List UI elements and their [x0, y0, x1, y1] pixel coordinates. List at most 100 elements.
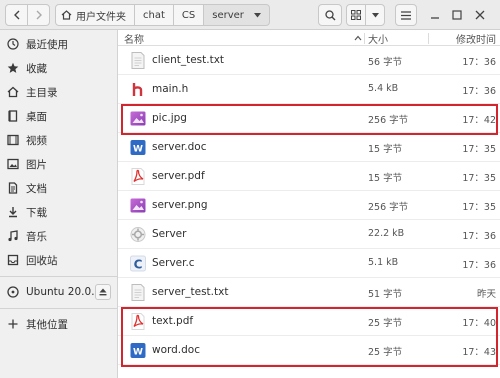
file-modified: 17：40	[462, 318, 496, 329]
file-row[interactable]: Wword.doc 25 字节 17：43	[118, 336, 500, 365]
file-size: 5.4 kB	[368, 83, 399, 94]
svg-text:C: C	[134, 257, 143, 271]
sidebar-item-home[interactable]: 主目录	[0, 81, 117, 103]
file-row[interactable]: server_test.txt 51 字节 昨天	[118, 278, 500, 307]
file-row[interactable]: main.h 5.4 kB 17：36	[118, 75, 500, 104]
sidebar-item-label: 回收站	[26, 254, 58, 267]
home-icon	[61, 10, 72, 20]
file-row[interactable]: pic.jpg 256 字节 17：42	[118, 104, 500, 133]
sidebar-item-label: 主目录	[26, 86, 58, 99]
file-row[interactable]: Wserver.doc 15 字节 17：35	[118, 133, 500, 162]
column-size[interactable]: 大小	[368, 31, 388, 46]
close-button[interactable]	[474, 9, 486, 21]
image-file-icon	[130, 197, 146, 214]
minimize-button[interactable]	[429, 9, 441, 21]
file-name: word.doc	[152, 344, 201, 356]
sidebar-item-desktop[interactable]: 桌面	[0, 105, 117, 127]
desktop-icon	[7, 110, 19, 122]
executable-icon	[130, 226, 146, 243]
sidebar-item-downloads[interactable]: 下载	[0, 201, 117, 223]
file-name: server.doc	[152, 141, 207, 153]
file-modified: 17：35	[462, 173, 496, 184]
file-modified: 17：36	[462, 57, 496, 68]
clock-icon	[7, 38, 19, 50]
file-modified: 17：35	[462, 144, 496, 155]
close-icon	[475, 10, 485, 20]
sidebar-item-label: 下载	[26, 206, 47, 219]
sidebar-item-starred[interactable]: 收藏	[0, 57, 117, 79]
sidebar-item-ubuntu-device[interactable]: Ubuntu 20.0…	[0, 281, 117, 303]
breadcrumb-label: server	[212, 9, 244, 21]
sidebar-item-label: 音乐	[26, 230, 47, 243]
file-name: server_test.txt	[152, 286, 229, 298]
image-file-icon	[130, 110, 146, 127]
video-icon	[7, 134, 19, 146]
file-size: 15 字节	[368, 173, 403, 184]
file-modified: 17：36	[462, 260, 496, 271]
breadcrumb-label: 用户文件夹	[76, 11, 126, 23]
breadcrumb-home[interactable]: 用户文件夹	[55, 4, 135, 26]
file-size: 56 字节	[368, 57, 403, 68]
maximize-icon	[452, 10, 462, 20]
file-modified: 17：36	[462, 86, 496, 97]
sidebar-item-label: 最近使用	[26, 38, 68, 51]
file-name: pic.jpg	[152, 112, 187, 124]
file-row[interactable]: Server 22.2 kB 17：36	[118, 220, 500, 249]
file-size: 5.1 kB	[368, 257, 399, 268]
view-toggle-button[interactable]	[346, 4, 366, 26]
svg-text:W: W	[133, 347, 143, 357]
c-source-icon: C	[130, 255, 146, 272]
column-modified[interactable]: 修改时间	[456, 31, 496, 46]
text-file-icon	[130, 52, 146, 69]
file-row[interactable]: client_test.txt 56 字节 17：36	[118, 46, 500, 75]
column-name[interactable]: 名称	[124, 31, 144, 46]
svg-text:W: W	[133, 144, 143, 154]
eject-button[interactable]	[95, 284, 111, 300]
chevron-left-icon	[13, 10, 19, 20]
sidebar-item-other-locations[interactable]: 其他位置	[0, 313, 117, 335]
file-name: server.pdf	[152, 170, 205, 182]
sort-arrow-icon	[354, 35, 362, 41]
sidebar-item-music[interactable]: 音乐	[0, 225, 117, 247]
file-modified: 17：42	[462, 115, 496, 126]
sidebar-item-videos[interactable]: 视频	[0, 129, 117, 151]
minimize-icon	[431, 17, 439, 19]
file-row[interactable]: C Server.c 5.1 kB 17：36	[118, 249, 500, 278]
sidebar-item-label: Ubuntu 20.0…	[26, 286, 102, 298]
menu-button[interactable]	[395, 4, 417, 26]
caret-down-icon	[253, 12, 261, 17]
view-options-button[interactable]	[365, 4, 385, 26]
breadcrumb: 用户文件夹 chat CS server	[55, 4, 270, 26]
sidebar-item-pictures[interactable]: 图片	[0, 153, 117, 175]
file-size: 15 字节	[368, 144, 403, 155]
sidebar-item-trash[interactable]: 回收站	[0, 249, 117, 271]
sidebar-item-label: 桌面	[26, 110, 47, 123]
breadcrumb-cs[interactable]: CS	[172, 4, 205, 26]
file-name: client_test.txt	[152, 54, 225, 66]
sidebar-item-recent[interactable]: 最近使用	[0, 33, 117, 55]
download-icon	[7, 206, 19, 218]
word-doc-icon: W	[130, 342, 146, 359]
document-icon	[7, 182, 19, 194]
file-list: 名称 大小 修改时间 client_test.txt 56 字节 17：36 main…	[118, 30, 500, 378]
music-icon	[7, 230, 19, 242]
breadcrumb-label: CS	[181, 9, 196, 21]
chevron-right-icon	[36, 10, 42, 20]
sidebar-item-label: 视频	[26, 134, 47, 147]
back-button[interactable]	[5, 4, 28, 26]
star-icon	[7, 62, 19, 74]
forward-button[interactable]	[27, 4, 50, 26]
sidebar-item-documents[interactable]: 文档	[0, 177, 117, 199]
maximize-button[interactable]	[451, 9, 463, 21]
picture-icon	[7, 158, 19, 170]
file-row[interactable]: text.pdf 25 字节 17：40	[118, 307, 500, 336]
search-button[interactable]	[318, 4, 342, 26]
file-row[interactable]: server.png 256 字节 17：35	[118, 191, 500, 220]
column-separator	[428, 33, 429, 44]
file-name: main.h	[152, 83, 189, 95]
column-separator	[364, 33, 365, 44]
file-size: 25 字节	[368, 318, 403, 329]
breadcrumb-server[interactable]: server	[203, 4, 270, 26]
file-row[interactable]: server.pdf 15 字节 17：35	[118, 162, 500, 191]
breadcrumb-chat[interactable]: chat	[134, 4, 174, 26]
